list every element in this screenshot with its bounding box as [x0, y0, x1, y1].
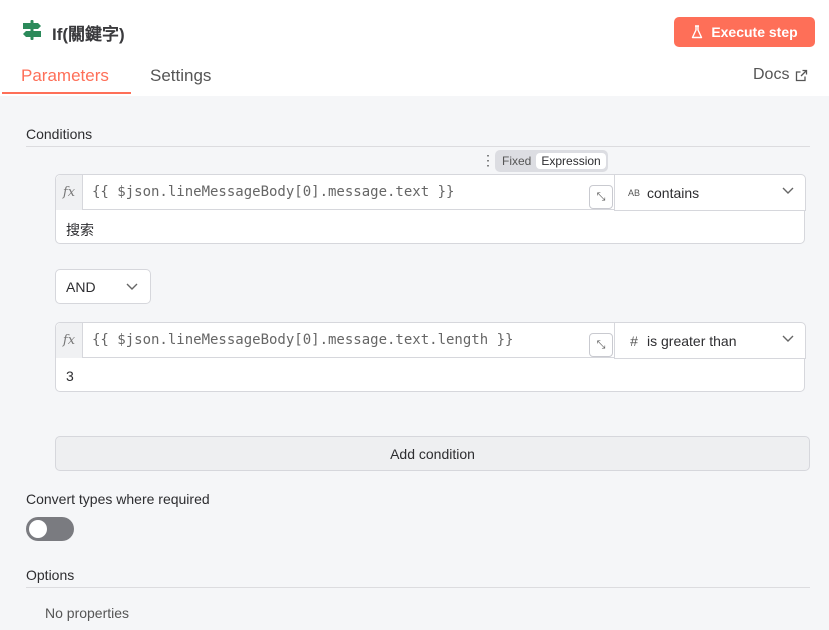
expand-editor-icon[interactable]: ⤡ — [589, 185, 613, 209]
flask-icon — [692, 25, 703, 39]
condition-row-1: fx {{ $json.lineMessageBody[0].message.t… — [55, 174, 806, 244]
condition-row-2: fx {{ $json.lineMessageBody[0].message.t… — [55, 322, 806, 392]
right-value-input[interactable]: 搜索 — [66, 220, 94, 240]
operator-label: is greater than — [647, 332, 737, 349]
tab-parameters[interactable]: Parameters — [21, 66, 109, 86]
node-header: If(關鍵字) Execute step Parameters Settings… — [0, 0, 829, 96]
expand-editor-icon[interactable]: ⤡ — [589, 333, 613, 357]
fixed-expression-toggle[interactable]: Fixed Expression — [495, 150, 608, 172]
convert-types-toggle[interactable] — [26, 517, 74, 541]
conditions-label: Conditions — [26, 126, 93, 142]
no-properties-text: No properties — [45, 605, 130, 621]
more-options-icon[interactable]: ⋮ — [481, 152, 495, 169]
docs-link[interactable]: Docs — [753, 66, 808, 84]
left-value-expression[interactable]: {{ $json.lineMessageBody[0].message.text… — [92, 184, 454, 200]
add-condition-button[interactable]: Add condition — [55, 436, 810, 471]
toggle-knob — [29, 520, 47, 538]
conditions-divider — [26, 146, 810, 147]
active-tab-indicator — [2, 92, 131, 94]
fx-icon: fx — [56, 323, 83, 358]
execute-step-button[interactable]: Execute step — [674, 17, 815, 47]
convert-types-label: Convert types where required — [26, 491, 210, 507]
operator-label: contains — [647, 184, 700, 201]
right-value-input[interactable]: 3 — [66, 368, 74, 384]
options-label: Options — [26, 567, 75, 583]
external-link-icon — [796, 69, 808, 81]
node-title: If(關鍵字) — [52, 25, 125, 44]
options-divider — [26, 587, 810, 588]
string-type-icon: AB — [627, 187, 640, 198]
chevron-down-icon — [126, 283, 138, 290]
operator-select[interactable]: AB contains — [614, 174, 806, 211]
execute-step-label: Execute step — [711, 24, 798, 40]
fixed-option[interactable]: Fixed — [497, 153, 536, 169]
signpost-icon — [23, 20, 41, 40]
expression-option[interactable]: Expression — [536, 153, 606, 169]
chevron-down-icon — [782, 187, 794, 194]
operator-select[interactable]: # is greater than — [614, 322, 806, 359]
tab-settings[interactable]: Settings — [150, 66, 211, 86]
combinator-label: AND — [66, 278, 96, 295]
combinator-select[interactable]: AND — [55, 269, 151, 304]
fx-icon: fx — [56, 175, 83, 210]
number-type-icon: # — [630, 332, 638, 349]
chevron-down-icon — [782, 335, 794, 342]
docs-label: Docs — [753, 66, 790, 83]
left-value-expression[interactable]: {{ $json.lineMessageBody[0].message.text… — [92, 332, 513, 348]
